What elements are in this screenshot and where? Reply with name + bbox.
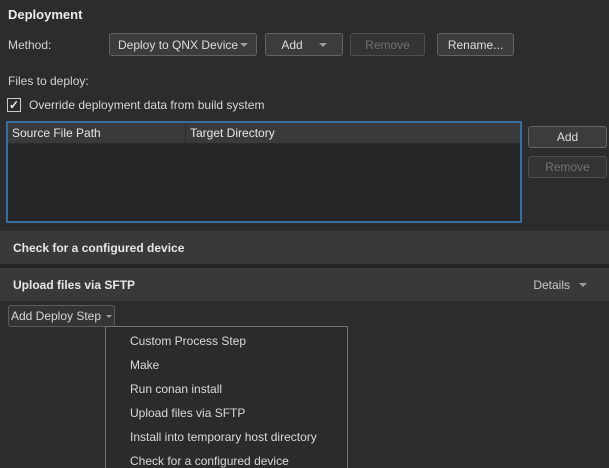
step-title: Upload files via SFTP [13, 278, 135, 292]
remove-file-button[interactable]: Remove [528, 156, 607, 178]
menu-item-check-for-a-configured-device[interactable]: Check for a configured device [106, 449, 347, 468]
add-deploy-step-menu: Custom Process Step Make Run conan insta… [105, 326, 348, 468]
chevron-down-icon [240, 43, 248, 47]
remove-method-button[interactable]: Remove [350, 33, 425, 56]
chevron-down-icon [319, 43, 327, 47]
menu-item-make[interactable]: Make [106, 353, 347, 377]
chevron-down-icon [579, 283, 587, 287]
menu-item-install-into-temporary-host-directory[interactable]: Install into temporary host directory [106, 425, 347, 449]
column-header-source-file-path[interactable]: Source File Path [8, 123, 186, 143]
deploy-files-table[interactable]: Source File Path Target Directory [6, 121, 522, 223]
rename-method-button[interactable]: Rename... [437, 33, 514, 56]
step-title: Check for a configured device [13, 241, 184, 255]
step-bar-upload-files-sftp[interactable]: Upload files via SFTP Details [0, 268, 609, 301]
add-method-button[interactable]: Add [265, 33, 343, 56]
deploy-files-table-header: Source File Path Target Directory [8, 123, 520, 144]
deployment-settings-panel: Deployment Method: Deploy to QNX Device … [0, 0, 609, 468]
page-title: Deployment [8, 7, 82, 22]
files-to-deploy-label: Files to deploy: [8, 74, 89, 88]
menu-item-custom-process-step[interactable]: Custom Process Step [106, 329, 347, 353]
step-bar-check-configured-device[interactable]: Check for a configured device [0, 231, 609, 264]
method-label: Method: [8, 38, 51, 52]
remove-file-label: Remove [545, 160, 590, 174]
details-label: Details [533, 278, 570, 292]
override-deployment-row: ✓ Override deployment data from build sy… [7, 96, 264, 114]
checkmark-icon: ✓ [9, 99, 19, 111]
add-file-button[interactable]: Add [528, 126, 607, 148]
method-select[interactable]: Deploy to QNX Device [109, 33, 257, 56]
override-deployment-label: Override deployment data from build syst… [29, 98, 264, 112]
add-method-label: Add [281, 38, 302, 52]
override-deployment-checkbox[interactable]: ✓ [7, 98, 21, 112]
rename-method-label: Rename... [448, 38, 503, 52]
menu-item-run-conan-install[interactable]: Run conan install [106, 377, 347, 401]
details-toggle-button[interactable]: Details [525, 268, 595, 301]
method-select-value: Deploy to QNX Device [118, 38, 238, 52]
chevron-down-icon [106, 315, 112, 318]
add-deploy-step-button[interactable]: Add Deploy Step [8, 305, 115, 327]
add-file-label: Add [557, 130, 578, 144]
remove-method-label: Remove [365, 38, 410, 52]
column-header-target-directory[interactable]: Target Directory [186, 123, 520, 143]
add-deploy-step-label: Add Deploy Step [11, 309, 101, 323]
menu-item-upload-files-via-sftp[interactable]: Upload files via SFTP [106, 401, 347, 425]
